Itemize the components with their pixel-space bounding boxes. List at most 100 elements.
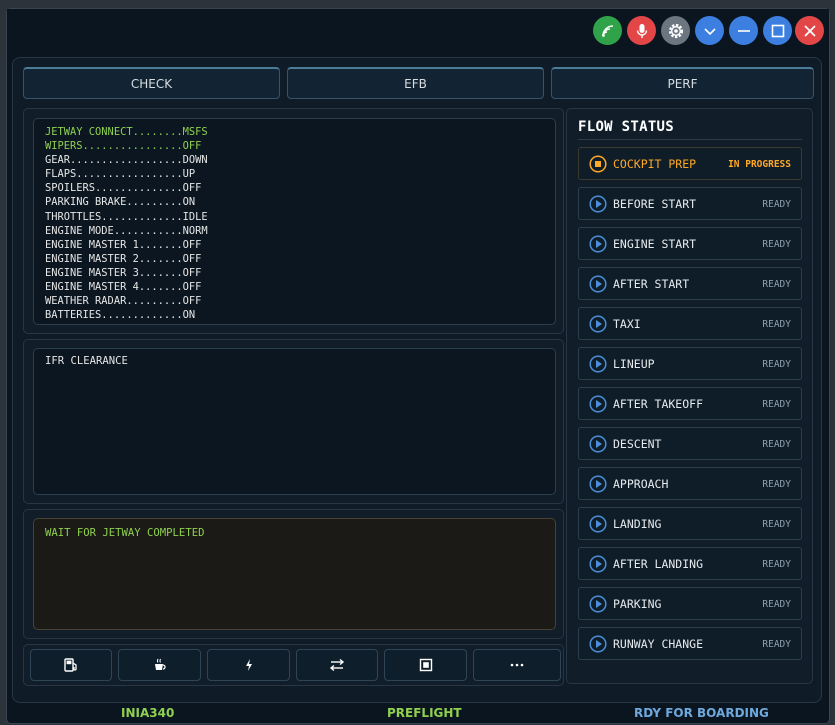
flow-item[interactable]: LINEUP READY [578,347,802,380]
settings-button[interactable] [661,16,690,45]
swap-button[interactable] [296,649,378,681]
play-circle-icon [589,395,607,413]
checklist-item: JETWAY CONNECT........MSFS [45,126,208,138]
aircraft-id: INIA340 [121,706,175,720]
status-panel: WAIT FOR JETWAY COMPLETED [23,509,564,639]
checklist-item: THROTTLES.............IDLE [45,210,208,223]
catering-button[interactable] [118,649,201,681]
boarding-status: RDY FOR BOARDING [634,706,769,720]
status-bar: INIA340 PREFLIGHT RDY FOR BOARDING [7,703,829,723]
checklist-item: GEAR..................DOWN [45,154,208,167]
status-message-box: WAIT FOR JETWAY COMPLETED [33,518,556,630]
stop-button[interactable] [384,649,467,681]
checklist-item: PARKING BRAKE.........ON [45,196,196,209]
flight-phase: PREFLIGHT [387,706,462,720]
flow-item-state: READY [762,519,791,530]
flow-item[interactable]: PARKING READY [578,587,802,620]
app-window: CHECK EFB PERF JETWAY CONNECT........MSF… [7,9,829,723]
flow-item-state: IN PROGRESS [728,159,791,170]
wifi-button[interactable] [593,16,622,45]
play-circle-icon [589,355,607,373]
flow-item-state: READY [762,599,791,610]
flow-item-label: DESCENT [613,437,662,451]
flow-item[interactable]: RUNWAY CHANGE READY [578,627,802,660]
tab-efb[interactable]: EFB [287,67,544,99]
play-circle-icon [589,475,607,493]
status-message: WAIT FOR JETWAY COMPLETED [45,527,205,539]
play-circle-icon [589,235,607,253]
flow-item-label: APPROACH [613,477,669,491]
stop-circle-icon [589,155,607,173]
flow-item[interactable]: APPROACH READY [578,467,802,500]
tab-perf[interactable]: PERF [551,67,814,99]
title-bar [7,9,829,51]
main-frame: CHECK EFB PERF JETWAY CONNECT........MSF… [12,57,822,703]
flow-item-label: LINEUP [613,357,655,371]
clearance-box[interactable]: IFR CLEARANCE [33,348,556,495]
swap-arrows-icon [329,658,345,672]
minimize-button[interactable] [729,16,758,45]
play-circle-icon [589,275,607,293]
flow-item-label: BEFORE START [613,197,697,211]
collapse-button[interactable] [695,16,724,45]
flow-item-label: AFTER TAKEOFF [613,397,704,411]
fuel-button[interactable] [30,649,112,681]
flow-item-label: PARKING [613,597,662,611]
flow-item-state: READY [762,279,791,290]
flow-item[interactable]: DESCENT READY [578,427,802,460]
checklist: JETWAY CONNECT........MSFS WIPERS........… [45,125,549,320]
play-circle-icon [589,555,607,573]
flow-item-state: READY [762,559,791,570]
flow-item[interactable]: BEFORE START READY [578,187,802,220]
maximize-button[interactable] [763,16,792,45]
checklist-item: ENGINE MASTER 2.......OFF [45,252,202,265]
coffee-cup-icon [154,658,166,670]
play-circle-icon [589,435,607,453]
clearance-text: IFR CLEARANCE [45,355,128,367]
flow-item[interactable]: AFTER START READY [578,267,802,300]
flow-item[interactable]: AFTER TAKEOFF READY [578,387,802,420]
flow-status-title: FLOW STATUS [578,119,675,135]
checklist-item: ENGINE MASTER 1.......OFF [45,238,202,251]
flow-item-state: READY [762,439,791,450]
checklist-item: ENGINE MASTER 3.......OFF [45,266,202,279]
toolbar-panel [23,644,564,686]
flow-item[interactable]: AFTER LANDING READY [578,547,802,580]
fuel-pump-icon [64,658,77,672]
play-circle-icon [589,195,607,213]
checklist-item: ENGINE MASTER 4.......OFF [45,281,202,294]
gear-icon [668,23,683,38]
close-button[interactable] [795,16,824,45]
flow-item-state: READY [762,199,791,210]
flow-item-label: RUNWAY CHANGE [613,637,704,651]
tab-check[interactable]: CHECK [23,67,280,99]
checklist-item: WIPERS................OFF [45,140,202,153]
checklist-panel: JETWAY CONNECT........MSFS WIPERS........… [23,108,564,334]
close-icon [803,24,816,37]
flow-item-state: READY [762,399,791,410]
flow-item-label: TAXI [613,317,641,331]
flow-item-state: READY [762,639,791,650]
flow-item[interactable]: COCKPIT PREP IN PROGRESS [578,147,802,180]
flow-item[interactable]: ENGINE START READY [578,227,802,260]
flow-item-state: READY [762,239,791,250]
flow-item-label: AFTER START [613,277,690,291]
mic-button[interactable] [627,16,656,45]
power-button[interactable] [207,649,290,681]
checklist-item: SPOILERS..............OFF [45,182,202,195]
flow-status-panel: FLOW STATUS COCKPIT PREP IN PROGRESS BEFOR… [566,108,813,684]
divider [578,139,802,140]
more-button[interactable] [473,649,561,681]
checklist-box[interactable]: JETWAY CONNECT........MSFS WIPERS........… [33,118,556,325]
flow-item[interactable]: LANDING READY [578,507,802,540]
play-circle-icon [589,315,607,333]
flow-item-state: READY [762,479,791,490]
lightning-icon [245,659,252,671]
flow-item-label: ENGINE START [613,237,697,251]
flow-item-state: READY [762,319,791,330]
stop-square-icon [419,658,432,672]
flow-item-label: COCKPIT PREP [613,157,697,171]
flow-item-label: AFTER LANDING [613,557,704,571]
flow-item[interactable]: TAXI READY [578,307,802,340]
clearance-panel: IFR CLEARANCE [23,339,564,504]
